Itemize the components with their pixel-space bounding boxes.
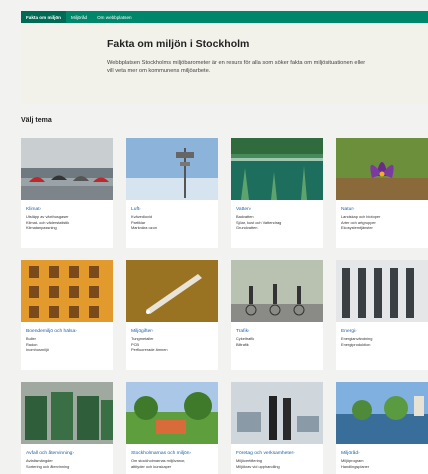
theme-card-luft[interactable]: Luft› Kvävedioxid Partiklar Marknära ozon <box>126 138 218 248</box>
theme-title-text: Klimat <box>26 207 40 212</box>
theme-card-klimat[interactable]: Klimat› Utsläpp av växthusgaser Klimat- o… <box>21 138 113 248</box>
theme-title[interactable]: Vatten› <box>236 206 251 212</box>
theme-title[interactable]: Avfall och återvinning› <box>26 450 74 456</box>
crocus-photo[interactable] <box>336 138 428 200</box>
cyclists-photo[interactable] <box>231 260 323 322</box>
tab-miljorad[interactable]: Miljöråd <box>66 11 92 23</box>
chevron-right-icon: › <box>248 328 250 333</box>
theme-card-miljögifter[interactable]: Miljögifter› Tungmetaller PCB Perfluorerad… <box>126 260 218 370</box>
theme-title[interactable]: Stockholmarnas och miljön› <box>131 450 191 456</box>
theme-link[interactable]: Utsläpp av växthusgaser <box>26 214 69 220</box>
umbrella-photo[interactable] <box>21 138 113 200</box>
theme-title-text: Avfall och återvinning <box>26 451 73 456</box>
building-photo[interactable] <box>336 260 428 322</box>
theme-title[interactable]: Natur› <box>341 206 354 212</box>
theme-title-text: Miljöråd <box>341 451 359 456</box>
theme-title[interactable]: Klimat› <box>26 206 41 212</box>
theme-title-text: Stockholmarnas och miljön <box>131 451 190 456</box>
page-title: Fakta om miljön i Stockholm <box>107 38 250 50</box>
theme-link[interactable]: attityder och kunskaper <box>131 464 185 470</box>
theme-link[interactable]: Inomhusmiljö <box>26 347 49 353</box>
theme-links: Avfallsmängder Sortering och återvinning <box>26 458 69 469</box>
theme-card-företag-och-verksamheter[interactable]: Företag och verksamheter› Miljöcertifier… <box>231 382 323 474</box>
theme-link[interactable]: Om stockholmarnas miljövanor, <box>131 458 185 464</box>
theme-link[interactable]: Perfluorerade ämnen <box>131 347 168 353</box>
tab-om-webbplatsen[interactable]: Om webbplatsen <box>92 11 136 23</box>
theme-title[interactable]: Luft› <box>131 206 141 212</box>
theme-title[interactable]: Energi› <box>341 328 357 334</box>
theme-link[interactable]: Energiproduktion <box>341 342 372 348</box>
chevron-right-icon: › <box>249 206 252 211</box>
theme-title-text: Luft <box>131 207 140 212</box>
recycling-photo[interactable] <box>21 382 113 444</box>
office-photo[interactable] <box>231 382 323 444</box>
theme-card-natur[interactable]: Natur› Landskap och biotoper Arter och ar… <box>336 138 428 248</box>
theme-links: Utsläpp av växthusgaser Klimat- och väder… <box>26 214 69 231</box>
theme-card-trafik[interactable]: Trafik› Cykeltrafik Biltrafik <box>231 260 323 370</box>
theme-link[interactable]: Energianvändning <box>341 336 372 342</box>
theme-title[interactable]: Företag och verksamheter› <box>236 450 295 456</box>
theme-title-text: Boendemiljö och hälsa <box>26 329 76 334</box>
theme-links: Om stockholmarnas miljövanor, attityder o… <box>131 458 185 469</box>
chevron-right-icon: › <box>358 450 360 455</box>
theme-links: Badvatten Sjöar, kust och Vattendrag Grund… <box>236 214 281 231</box>
theme-links: Buller Radon Inomhusmiljö <box>26 336 49 353</box>
chevron-right-icon: › <box>355 328 357 333</box>
theme-link[interactable]: Marknära ozon <box>131 225 157 231</box>
theme-link[interactable]: Landskap och biotoper <box>341 214 380 220</box>
theme-link[interactable]: Cykeltrafik <box>236 336 254 342</box>
theme-links: Landskap och biotoper Arter och artgruppe… <box>341 214 380 231</box>
theme-title-text: Företag och verksamheter <box>236 451 294 456</box>
theme-links: Kvävedioxid Partiklar Marknära ozon <box>131 214 157 231</box>
intro-text: Webbplatsen Stockholms miljöbarometer är… <box>107 60 366 75</box>
theme-link[interactable]: Miljökrav vid upphandling <box>236 464 280 470</box>
chevron-right-icon: › <box>352 206 355 211</box>
theme-link[interactable]: Sortering och återvinning <box>26 464 69 470</box>
theme-title-text: Energi <box>341 329 356 334</box>
theme-link[interactable]: Ekosystemtjänster <box>341 225 380 231</box>
theme-links: Energianvändning Energiproduktion <box>341 336 372 347</box>
chevron-right-icon: › <box>189 450 191 455</box>
theme-link[interactable]: Handlingsplaner <box>341 464 369 470</box>
theme-link[interactable]: Klimatanpassning <box>26 225 69 231</box>
theme-links: Miljöprogram Handlingsplaner <box>341 458 369 469</box>
theme-title[interactable]: Boendemiljö och hälsa› <box>26 328 77 334</box>
theme-card-stockholmarnas-och-miljön[interactable]: Stockholmarnas och miljön› Om stockholma… <box>126 382 218 474</box>
facade-photo[interactable] <box>21 260 113 322</box>
theme-links: Tungmetaller PCB Perfluorerade ämnen <box>131 336 168 353</box>
theme-title[interactable]: Trafik› <box>236 328 249 334</box>
pipette-photo[interactable] <box>126 260 218 322</box>
theme-card-boendemiljö-och-hälsa[interactable]: Boendemiljö och hälsa› Buller Radon Inomhu… <box>21 260 113 370</box>
theme-links: Cykeltrafik Biltrafik <box>236 336 254 347</box>
chevron-right-icon: › <box>293 450 295 455</box>
waterfront-photo[interactable] <box>336 382 428 444</box>
theme-card-avfall-och-återvinning[interactable]: Avfall och återvinning› Avfallsmängder So… <box>21 382 113 474</box>
hero: Fakta om miljön i Stockholm Webbplatsen … <box>21 23 428 104</box>
theme-title[interactable]: Miljögifter› <box>131 328 153 334</box>
theme-title-text: Trafik <box>236 329 249 334</box>
tab-fakta-om-miljon[interactable]: Fakta om miljön <box>21 11 66 23</box>
theme-link[interactable]: Biltrafik <box>236 342 254 348</box>
chevron-right-icon: › <box>139 206 141 211</box>
chevron-right-icon: › <box>39 206 41 211</box>
theme-link[interactable]: Grundvatten <box>236 225 281 231</box>
theme-title-text: Natur <box>341 207 353 212</box>
chevron-right-icon: › <box>75 328 77 333</box>
theme-card-vatten[interactable]: Vatten› Badvatten Sjöar, kust och Vattend… <box>231 138 323 248</box>
top-navigation: Fakta om miljön Miljöråd Om webbplatsen <box>21 11 428 23</box>
theme-title-text: Miljögifter <box>131 329 152 334</box>
theme-title-text: Vatten <box>236 207 250 212</box>
theme-title[interactable]: Miljöråd› <box>341 450 360 456</box>
park-photo[interactable] <box>126 382 218 444</box>
theme-card-energi[interactable]: Energi› Energianvändning Energiproduktion <box>336 260 428 370</box>
chevron-right-icon: › <box>72 450 74 455</box>
theme-links: Miljöcertifiering Miljökrav vid upphandli… <box>236 458 280 469</box>
theme-card-miljöråd[interactable]: Miljöråd› Miljöprogram Handlingsplaner <box>336 382 428 474</box>
air-station-photo[interactable] <box>126 138 218 200</box>
lake-photo[interactable] <box>231 138 323 200</box>
chevron-right-icon: › <box>151 328 154 333</box>
section-title: Välj tema <box>21 117 52 124</box>
